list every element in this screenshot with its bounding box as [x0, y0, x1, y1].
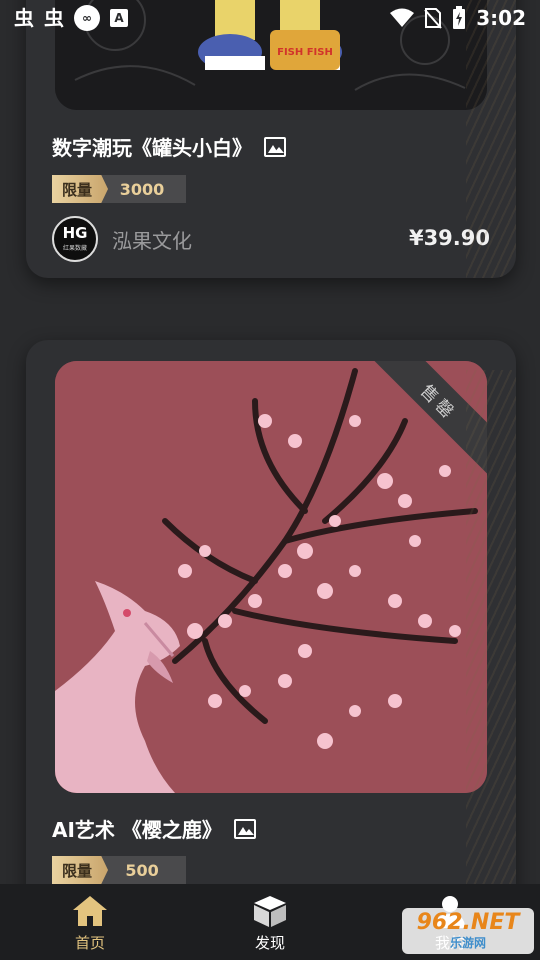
product-image[interactable]: 售罄 [55, 361, 487, 793]
limit-label: 限量 [52, 175, 109, 203]
nav-home-label[interactable]: 首页 [75, 932, 105, 953]
watermark-sub: 乐游网 [449, 935, 486, 950]
site-watermark: 962.NET 乐游网 [402, 908, 534, 954]
product-card[interactable]: FISH FISH 数字潮玩《罐头小白》 限量 3000 HG 红果数藏 泓果文… [26, 0, 516, 278]
product-card[interactable]: 售罄 AI艺术 《樱之鹿》 限量 500 [26, 340, 516, 960]
watermark-main: 962.NET [416, 909, 520, 935]
limit-badge: 限量 3000 [52, 175, 187, 203]
limit-badge: 限量 500 [52, 856, 187, 884]
limit-value: 500 [98, 856, 187, 884]
app-icon-2: 虫 [44, 6, 64, 30]
font-icon: A [110, 9, 128, 27]
product-title-text[interactable]: 数字潮玩《罐头小白》 [52, 132, 252, 161]
product-title-text[interactable]: AI艺术 《樱之鹿》 [52, 814, 222, 843]
nav-discover[interactable]: 发现 [230, 894, 310, 953]
avatar-sub: 红果数藏 [62, 245, 87, 252]
home-icon [73, 896, 107, 926]
product-title[interactable]: AI艺术 《樱之鹿》 [52, 814, 256, 843]
limit-value: 3000 [98, 175, 187, 203]
status-left: 虫 虫 ∞ A [14, 5, 128, 31]
clock: 3:02 [476, 6, 526, 30]
no-sim-icon [424, 8, 442, 29]
battery-icon [453, 6, 466, 29]
image-icon [264, 136, 286, 157]
price: ¥39.90 [408, 226, 490, 250]
publisher-avatar[interactable]: HG 红果数藏 [52, 216, 98, 262]
publisher[interactable]: HG 红果数藏 泓果文化 [52, 216, 192, 262]
publisher-name[interactable]: 泓果文化 [112, 225, 192, 254]
app-icon-1: 虫 [14, 6, 34, 30]
wifi-icon [390, 8, 415, 27]
can-label: FISH FISH [277, 47, 333, 58]
status-right: 3:02 [390, 6, 526, 30]
cube-icon [254, 896, 286, 927]
product-title[interactable]: 数字潮玩《罐头小白》 [52, 132, 286, 161]
nav-discover-label[interactable]: 发现 [255, 932, 285, 953]
artwork-sakura-deer [55, 361, 487, 793]
image-icon [233, 818, 256, 839]
nav-home[interactable]: 首页 [50, 894, 130, 953]
bottom-nav: 首页 发现 我的 962.NET 乐游网 [0, 884, 540, 960]
status-bar: 虫 虫 ∞ A 3:02 [0, 0, 540, 36]
avatar-mark: HG [62, 224, 88, 242]
infinity-icon: ∞ [74, 5, 100, 31]
limit-label: 限量 [52, 856, 109, 884]
